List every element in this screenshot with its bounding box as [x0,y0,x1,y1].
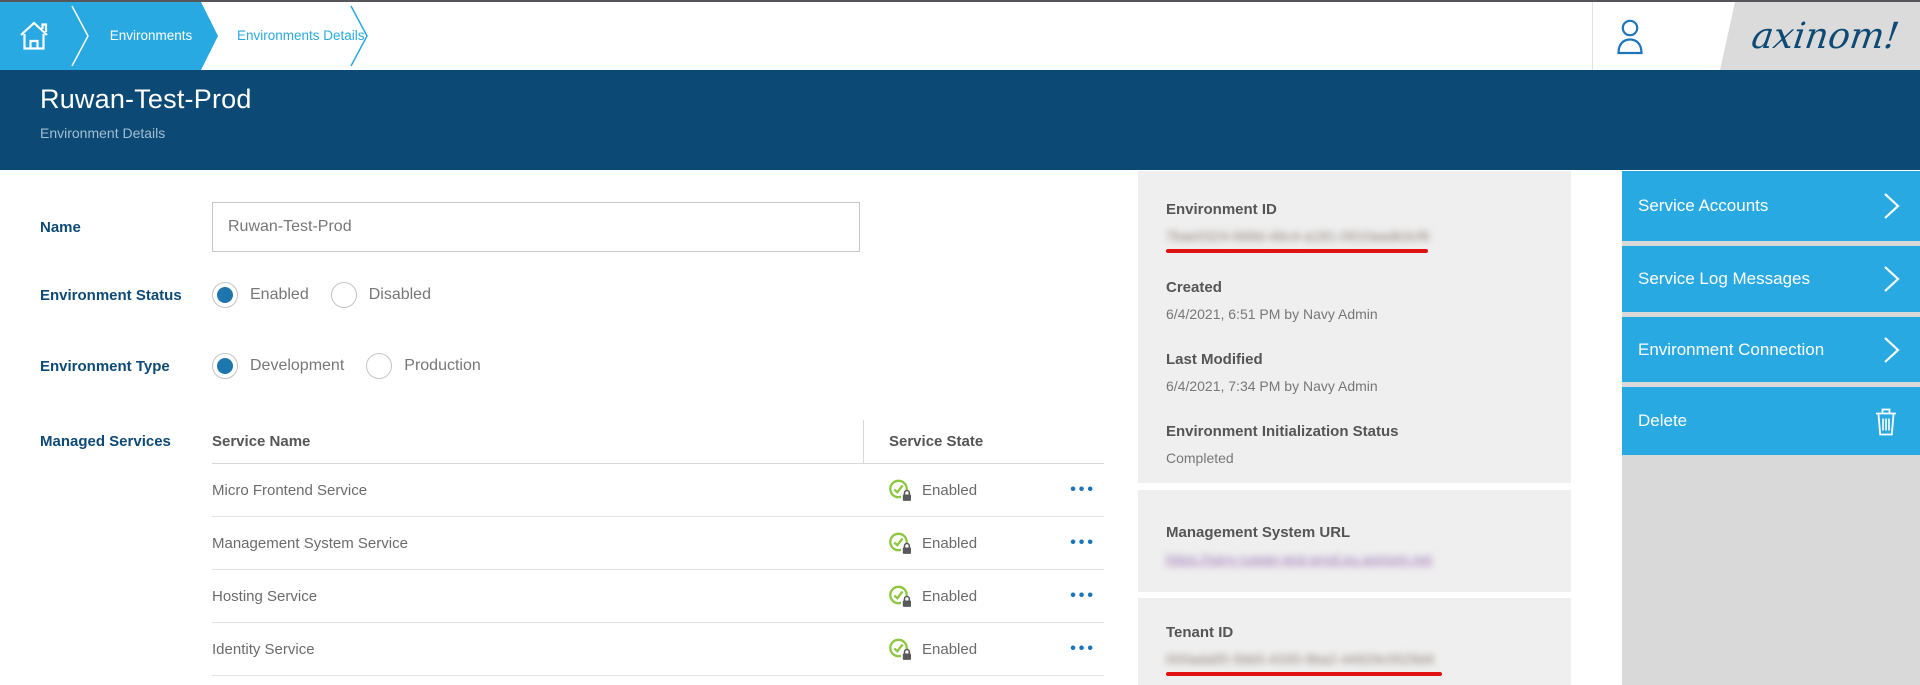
service-accounts-label: Service Accounts [1638,196,1768,216]
service-state-cell: Enabled ••• [863,517,1104,569]
radio-status-disabled-label[interactable]: Disabled [369,286,431,304]
row-actions-ellipsis-button[interactable]: ••• [1070,482,1096,498]
created-label: Created [1166,279,1543,297]
init-status-value: Completed [1166,450,1543,467]
service-state-cell: Enabled ••• [863,570,1104,622]
environment-status-radio-group: Enabled Disabled [212,282,453,308]
info-card-tenant: Tenant ID 000ada85-5bb5-4330-9ba2-44929c… [1138,598,1571,685]
radio-type-development[interactable] [212,353,238,379]
management-system-url-label: Management System URL [1166,524,1543,542]
service-state-text: Enabled [922,535,977,552]
radio-type-production[interactable] [366,353,392,379]
column-header-service-state: Service State [863,420,1104,463]
topbar-divider [1592,2,1593,70]
service-name-cell: Identity Service [212,641,863,658]
radio-status-enabled-label[interactable]: Enabled [250,286,309,304]
delete-button[interactable]: Delete [1622,387,1920,455]
environment-status-label: Environment Status [40,286,212,305]
service-name-cell: Management System Service [212,535,863,552]
radio-type-production-label[interactable]: Production [404,357,481,375]
environment-id-label: Environment ID [1166,201,1543,219]
actions-sidebar: Service Accounts Service Log Messages En… [1622,171,1920,685]
service-log-messages-label: Service Log Messages [1638,269,1810,289]
breadcrumb-chevron-icon [348,2,372,70]
enabled-check-lock-icon [888,584,914,608]
managed-services-label: Managed Services [40,420,212,451]
page-header: Ruwan-Test-Prod Environment Details [0,70,1920,170]
user-icon [1612,18,1648,56]
init-status-label: Environment Initialization Status [1166,423,1543,441]
management-system-url-link-masked[interactable]: https://serv-ruwan-test-prod.eu.axinom.n… [1166,551,1543,568]
name-input[interactable] [212,202,860,252]
service-state-text: Enabled [922,482,977,499]
trash-icon [1872,405,1900,437]
row-actions-ellipsis-button[interactable]: ••• [1070,588,1096,604]
row-actions-ellipsis-button[interactable]: ••• [1070,641,1096,657]
radio-type-development-label[interactable]: Development [250,357,344,375]
radio-status-disabled[interactable] [331,282,357,308]
environment-info-panel: Environment ID 7bae0324-668d-46c4-a181-0… [1138,171,1571,685]
info-card-management-url: Management System URL https://serv-ruwan… [1138,490,1571,592]
page-subtitle: Environment Details [40,125,1920,141]
table-row: Management System Service Enabled ••• [212,517,1104,570]
created-value: 6/4/2021, 6:51 PM by Navy Admin [1166,306,1543,323]
breadcrumb-separator-icon [0,2,110,70]
last-modified-label: Last Modified [1166,351,1543,369]
chevron-right-icon [1883,263,1900,295]
column-header-service-name: Service Name [212,433,863,450]
service-name-cell: Micro Frontend Service [212,482,863,499]
row-actions-ellipsis-button[interactable]: ••• [1070,535,1096,551]
service-state-cell: Enabled ••• [863,464,1104,516]
info-card-general: Environment ID 7bae0324-668d-46c4-a181-0… [1138,171,1571,483]
environment-type-radio-group: Development Production [212,353,503,379]
table-row: Hosting Service Enabled ••• [212,570,1104,623]
enabled-check-lock-icon [888,637,914,661]
redaction-underline [1166,249,1428,253]
enabled-check-lock-icon [888,531,914,555]
page-title: Ruwan-Test-Prod [40,84,1920,115]
tenant-id-value-masked: 000ada85-5bb5-4330-9ba2-44929c0529d4 [1166,651,1543,668]
service-state-text: Enabled [922,588,977,605]
table-row: Micro Frontend Service Enabled ••• [212,464,1104,517]
main-content: Name Environment Status Enabled Disabled… [0,170,1920,685]
breadcrumb-active-arrow: Environments [0,2,218,70]
delete-label: Delete [1638,411,1687,431]
table-header-row: Service Name Service State [212,420,1104,464]
managed-services-table: Service Name Service State Micro Fronten… [212,420,1104,676]
breadcrumb-environments-details[interactable]: Environments Details [237,2,365,70]
service-name-cell: Hosting Service [212,588,863,605]
radio-status-enabled[interactable] [212,282,238,308]
enabled-check-lock-icon [888,478,914,502]
breadcrumb-environments[interactable]: Environments [103,2,199,70]
service-state-text: Enabled [922,641,977,658]
breadcrumb-bar: Environments Environments Details axinom… [0,0,1920,70]
last-modified-value: 6/4/2021, 7:34 PM by Navy Admin [1166,378,1543,395]
name-label: Name [40,218,212,237]
environment-connection-label: Environment Connection [1638,340,1824,360]
service-accounts-button[interactable]: Service Accounts [1622,171,1920,241]
service-log-messages-button[interactable]: Service Log Messages [1622,246,1920,312]
environment-form: Name Environment Status Enabled Disabled… [0,170,1135,676]
user-menu-button[interactable] [1612,18,1648,56]
environment-id-value-masked: 7bae0324-668d-46c4-a181-0910aadb3cf6 [1166,228,1543,245]
redaction-underline [1166,672,1442,676]
environment-type-label: Environment Type [40,357,212,376]
chevron-right-icon [1883,334,1900,366]
axinom-logo-text: axinom! [1739,16,1902,57]
table-row: Identity Service Enabled ••• [212,623,1104,676]
tenant-id-label: Tenant ID [1166,624,1543,642]
axinom-logo: axinom! [1720,2,1920,70]
environment-connection-button[interactable]: Environment Connection [1622,317,1920,382]
chevron-right-icon [1883,190,1900,222]
service-state-cell: Enabled ••• [863,623,1104,675]
